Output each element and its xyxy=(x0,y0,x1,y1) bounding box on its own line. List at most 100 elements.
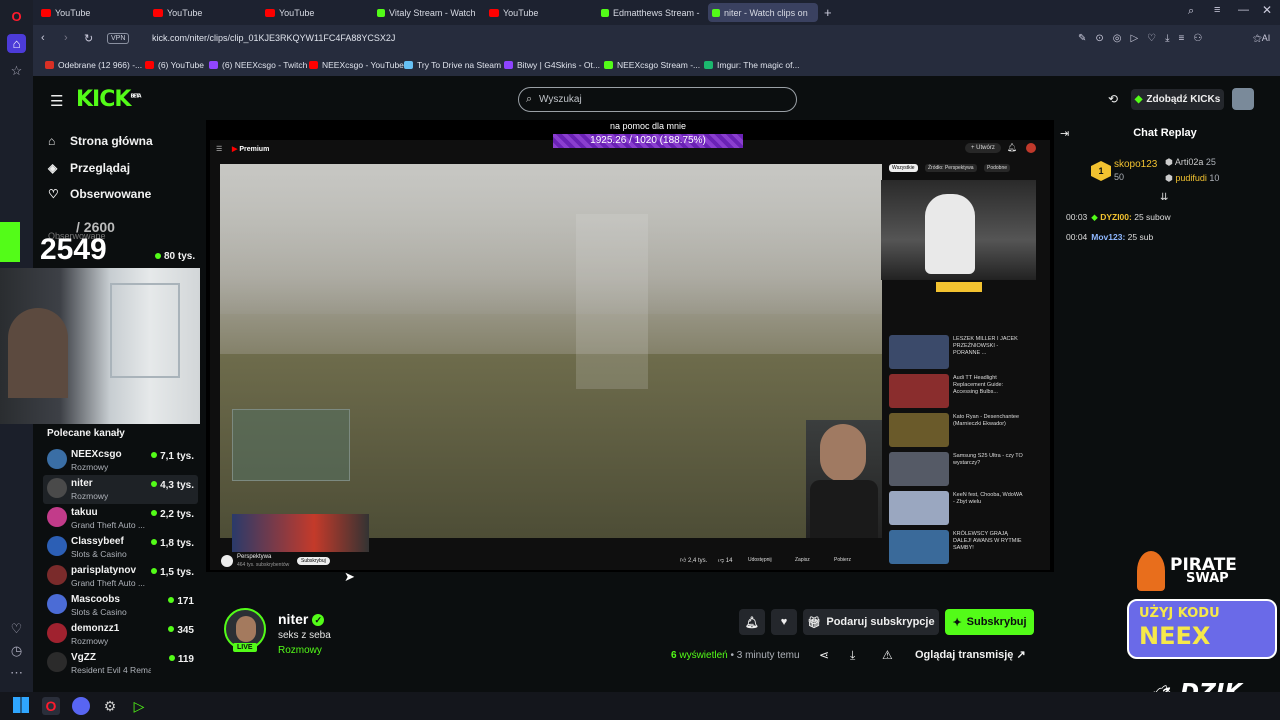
gifter-entry[interactable]: ⬢ Arti02a 25 xyxy=(1165,157,1216,168)
tab[interactable]: YouTube xyxy=(261,3,369,22)
list-item[interactable]: VgZZ Resident Evil 4 Remake 119 xyxy=(43,649,198,678)
bookmark-label: Odebrane (12 966) -... xyxy=(58,60,143,70)
tab-active[interactable]: niter - Watch clips on xyxy=(708,3,818,22)
subscribe-button[interactable]: ✦ Subskrybuj xyxy=(945,609,1034,635)
nav-browse[interactable]: ◈ Przeglądaj xyxy=(48,161,130,175)
chat-user[interactable]: Mov123: xyxy=(1091,232,1125,242)
yt-side-thumbnail xyxy=(889,413,949,447)
yt-chip: Wszystkie xyxy=(889,164,918,172)
list-item[interactable]: niter Rozmowy 4,3 tys. xyxy=(43,475,198,504)
chat-user[interactable]: DYZI00: xyxy=(1100,212,1132,222)
nav-following[interactable]: ♡ Obserwowane xyxy=(48,187,151,201)
forward-icon[interactable]: › xyxy=(64,32,68,44)
terminal-icon[interactable]: ▷ xyxy=(130,697,148,715)
bookmark[interactable]: (6) NEEXcsgo - Twitch xyxy=(209,60,307,70)
bookmark[interactable]: NEEXcsgo Stream -... xyxy=(604,60,700,70)
reload-icon[interactable]: ↻ xyxy=(84,32,93,45)
kick-logo[interactable]: KICKBETA xyxy=(76,87,142,112)
chat-message: 00:03 ◆ DYZI00: 25 subow xyxy=(1066,212,1171,223)
avatar xyxy=(47,449,67,469)
yt-menu-icon: ☰ xyxy=(216,146,223,153)
share-icon[interactable]: ⋖ xyxy=(819,648,829,662)
facecam xyxy=(806,420,882,538)
get-kicks-button[interactable]: ◆ Zdobądź KICKs xyxy=(1131,89,1224,110)
list-item[interactable]: Classybeef Slots & Casino 1,8 tys. xyxy=(43,533,198,562)
windows-start-icon[interactable] xyxy=(13,697,29,713)
donation-goal-value: 1925.26 / 1020 (188.75%) xyxy=(590,135,706,146)
channel-category: Grand Theft Auto ... xyxy=(71,578,146,588)
clock-icon[interactable]: ◷ xyxy=(7,641,26,660)
star-icon[interactable]: ☆ xyxy=(7,61,26,80)
youtube-icon xyxy=(309,61,318,69)
url-field[interactable]: kick.com/niter/clips/clip_01KJE3RKQYW11F… xyxy=(152,33,395,43)
list-item[interactable]: parisplatynov Grand Theft Auto ... 1,5 tys… xyxy=(43,562,198,591)
channel-name[interactable]: niter ✓ xyxy=(278,611,325,627)
gifter-badge-icon: ⬢ xyxy=(1165,157,1175,167)
bookmark[interactable]: Odebrane (12 966) -... xyxy=(45,60,142,70)
yt-side-thumbnail xyxy=(889,374,949,408)
minimize-icon[interactable]: — xyxy=(1238,4,1249,16)
stream-category[interactable]: Rozmowy xyxy=(278,645,322,656)
ai-icon[interactable]: ⚝AI xyxy=(1253,33,1270,44)
gmail-icon xyxy=(45,61,54,69)
sky xyxy=(220,164,882,314)
vpn-badge[interactable]: VPN xyxy=(107,33,130,44)
new-tab-icon[interactable]: + xyxy=(824,5,832,20)
gift-subs-button[interactable]: 🎁︎ Podaruj subskrypcje xyxy=(803,609,939,635)
rewards-icon[interactable]: ⟲ xyxy=(1108,92,1118,106)
report-icon[interactable]: ⚠ xyxy=(882,648,893,662)
more-icon[interactable]: ⋯ xyxy=(7,663,26,682)
home-icon: ⌂ xyxy=(48,134,56,148)
list-item[interactable]: demonzz1 Rozmowy 345 xyxy=(43,620,198,649)
tab[interactable]: Edmatthews Stream - xyxy=(597,3,705,22)
back-icon[interactable]: ‹ xyxy=(41,32,45,44)
tab-label: YouTube xyxy=(503,7,539,18)
watch-stream-link[interactable]: Oglądaj transmisję ↗ xyxy=(915,648,1026,661)
tab-label: niter - Watch clips on xyxy=(724,7,808,18)
hamburger-menu-icon[interactable]: ☰ xyxy=(50,92,63,110)
tab[interactable]: YouTube xyxy=(485,3,593,22)
avatar[interactable] xyxy=(1232,88,1254,110)
bookmark[interactable]: NEEXcsgo - YouTube xyxy=(309,60,404,70)
settings-icon[interactable]: ⚙ xyxy=(101,697,119,715)
opera-logo-icon[interactable]: O xyxy=(7,7,26,26)
home-icon[interactable]: ⌂ xyxy=(7,34,26,53)
list-item[interactable]: takuu Grand Theft Auto ... 2,2 tys. xyxy=(43,504,198,533)
heart-icon[interactable]: ♡ xyxy=(7,619,26,638)
search-icon[interactable]: ⌕ xyxy=(1188,5,1194,18)
top-gifter-name[interactable]: skopo123 xyxy=(1114,159,1157,170)
close-icon[interactable]: ✕ xyxy=(1262,3,1272,17)
tab[interactable]: YouTube xyxy=(149,3,257,22)
expand-icon[interactable]: ⇊ xyxy=(1160,192,1168,203)
bookmark[interactable]: Try To Drive na Steam xyxy=(404,60,501,70)
gifter-entry[interactable]: ⬢ pudifudi 10 xyxy=(1165,173,1219,184)
channel-category: Rozmowy xyxy=(71,462,109,472)
follow-button[interactable]: ♥ xyxy=(771,609,797,635)
download-icon[interactable]: ⤓ xyxy=(850,648,855,663)
menu-icon[interactable]: ≡ xyxy=(1214,4,1220,16)
list-item[interactable]: Mascoobs Slots & Casino 171 xyxy=(43,591,198,620)
channel-category: Resident Evil 4 Remake xyxy=(71,665,151,675)
chat-message: 00:04 Mov123: 25 sub xyxy=(1066,232,1153,242)
avatar xyxy=(47,536,67,556)
yt-side-title: KeeN fest, Chooba, WdoWA - Zbyt wielu xyxy=(953,492,1023,505)
heart-icon: ♥ xyxy=(780,616,788,628)
bookmark[interactable]: Imgur: The magic of... xyxy=(704,60,800,70)
live-badge: LIVE xyxy=(233,643,257,652)
bookmark[interactable]: Bitwy | G4Skins - Ot... xyxy=(504,60,600,70)
address-bar-actions-icon[interactable]: ✎⊙◎▷♡⤓≡⚇ xyxy=(1078,33,1211,44)
opera-taskbar-icon[interactable]: O xyxy=(42,697,60,715)
discord-icon[interactable] xyxy=(72,697,90,715)
tab[interactable]: YouTube xyxy=(37,3,145,22)
nav-home[interactable]: ⌂ Strona główna xyxy=(48,134,153,148)
streamer-webcam xyxy=(0,268,200,424)
star-icon: ✦ xyxy=(952,616,962,629)
list-item[interactable]: NEEXcsgo Rozmowy 7,1 tys. xyxy=(43,446,198,475)
top-gifter-count: 50 xyxy=(1114,172,1125,182)
tab[interactable]: Vitaly Stream - Watch xyxy=(373,3,481,22)
bookmark[interactable]: (6) YouTube xyxy=(145,60,204,70)
channel-name: niter xyxy=(71,478,93,489)
channel-category: Slots & Casino xyxy=(71,607,127,617)
notifications-button[interactable]: 🔔︎ xyxy=(739,609,765,635)
collapse-chat-icon[interactable]: ⇥ xyxy=(1060,127,1069,140)
